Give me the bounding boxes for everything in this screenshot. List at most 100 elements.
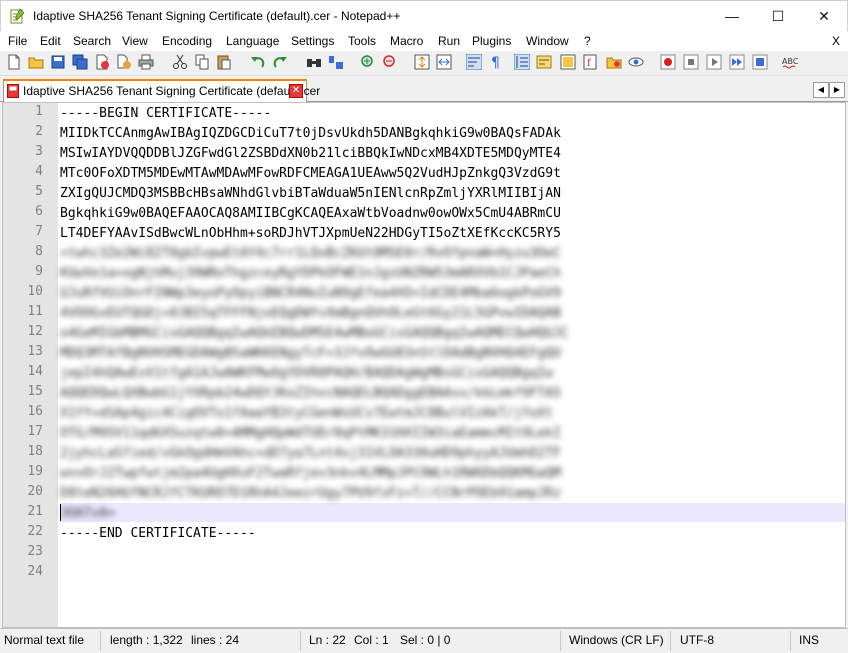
monitor-icon[interactable] — [628, 54, 644, 70]
tab-scroll-right-button[interactable]: ▶ — [829, 82, 845, 98]
svg-text:ABC: ABC — [782, 57, 798, 66]
udl-icon[interactable] — [536, 54, 552, 70]
line-number: 1 — [35, 104, 43, 119]
line-number: 7 — [35, 224, 43, 239]
save-all-icon[interactable] — [72, 54, 88, 70]
line-number: 17 — [27, 424, 43, 439]
line-number: 11 — [27, 304, 43, 319]
text-line: AQQEDQwLQXBwbG1jYXRpb24wDQYJKoZIhvcNAQEL… — [60, 386, 561, 401]
text-line: -----BEGIN CERTIFICATE----- — [60, 106, 272, 121]
line-number: 22 — [27, 524, 43, 539]
line-number: 12 — [27, 324, 43, 339]
unsaved-file-icon — [7, 84, 19, 98]
folder-workspace-icon[interactable] — [606, 54, 622, 70]
open-file-icon[interactable] — [28, 54, 44, 70]
menu-encoding[interactable]: Encoding — [162, 34, 212, 48]
text-caret — [60, 504, 61, 521]
line-number: 8 — [35, 244, 43, 259]
text-line: ZXIgQUJCMDQ3MSBBcHBsaWNhdGlvbiBTaWduaW5n… — [60, 186, 561, 201]
menu-run[interactable]: Run — [438, 34, 460, 48]
menu-window[interactable]: Window — [526, 34, 569, 48]
text-line: +twhc3Ze2Wi82T0gbIvpwEtAY4c7rr1LQvBcZKUt… — [60, 246, 561, 261]
replace-icon[interactable] — [328, 54, 344, 70]
tab-certificate-file[interactable]: Idaptive SHA256 Tenant Signing Certifica… — [3, 79, 320, 102]
indent-guide-icon[interactable] — [514, 54, 530, 70]
line-number: 18 — [27, 444, 43, 459]
line-number: 19 — [27, 464, 43, 479]
menu-view[interactable]: View — [122, 34, 148, 48]
maximize-button[interactable]: ☐ — [755, 1, 801, 31]
line-number: 10 — [27, 284, 43, 299]
tab-close-button[interactable]: ✕ — [289, 84, 303, 98]
menu-edit[interactable]: Edit — [40, 34, 61, 48]
text-line: jepI4hQAwEvV1tfgA1AJwAWKFMwOgYDVR0PAQH/B… — [60, 366, 554, 381]
menu-plugins[interactable]: Plugins — [472, 34, 511, 48]
close-icon[interactable] — [94, 54, 110, 70]
line-number: 20 — [27, 484, 43, 499]
close-document-button[interactable]: X — [832, 34, 840, 48]
menu-language[interactable]: Language — [226, 34, 279, 48]
save-macro-icon[interactable] — [752, 54, 768, 70]
status-eol: Windows (CR LF) — [569, 633, 664, 647]
tab-label: Idaptive SHA256 Tenant Signing Certifica… — [23, 84, 321, 98]
svg-text:¶: ¶ — [491, 55, 500, 70]
line-number: 15 — [27, 384, 43, 399]
status-selection: Sel : 0 | 0 — [400, 633, 451, 647]
notepadpp-icon — [10, 8, 25, 24]
print-icon[interactable] — [138, 54, 154, 70]
paste-icon[interactable] — [216, 54, 232, 70]
menu-settings[interactable]: Settings — [291, 34, 334, 48]
save-icon[interactable] — [50, 54, 66, 70]
zoom-out-icon[interactable] — [382, 54, 398, 70]
word-wrap-icon[interactable] — [466, 54, 482, 70]
status-divider — [560, 631, 561, 651]
text-line: MIIDkTCCAnmgAwIBAgIQZDGCDiCuT7t0jDsvUkdh… — [60, 126, 561, 141]
text-area[interactable]: -----BEGIN CERTIFICATE----- MIIDkTCCAnmgA… — [60, 103, 845, 627]
line-number: 6 — [35, 204, 43, 219]
tab-bar: Idaptive SHA256 Tenant Signing Certifica… — [0, 77, 848, 102]
menu-help[interactable]: ? — [584, 34, 591, 48]
close-button[interactable]: ✕ — [801, 1, 847, 31]
menu-search[interactable]: Search — [73, 34, 111, 48]
play-macro-icon[interactable] — [706, 54, 722, 70]
zoom-in-icon[interactable] — [360, 54, 376, 70]
function-list-icon[interactable]: f — [582, 54, 598, 70]
status-line: Ln : 22 — [309, 633, 346, 647]
text-line: MSIwIAYDVQQDDBlJZGFwdGl2ZSBDdXN0b21lciBB… — [60, 146, 561, 161]
text-line: wvvOrJ2Twpfwtjm2pa4UgHXuF2TwaRfjev3nkv4L… — [60, 466, 561, 481]
copy-icon[interactable] — [194, 54, 210, 70]
text-line: KUwVe1a+ogNjhMuj39WRoThgzceyRgYDPkOFWE1n… — [60, 266, 561, 281]
status-divider — [100, 631, 101, 651]
menu-macro[interactable]: Macro — [390, 34, 423, 48]
status-encoding: UTF-8 — [680, 633, 714, 647]
text-line: UJuRfVUiOnrFINWp3eyoPyOpyiBNCR4NoIuN9gEf… — [60, 286, 561, 301]
menu-tools[interactable]: Tools — [348, 34, 376, 48]
stop-record-icon[interactable] — [683, 54, 699, 70]
undo-icon[interactable] — [250, 54, 266, 70]
editor-pane[interactable]: 1 2 3 4 5 6 7 8 9 10 11 12 13 14 15 16 17 18 19 20 21 22 23 24 … — [2, 102, 846, 628]
text-line: MDQ3MTAfBgNVHSMEGDAWgBSaWKKENgyTcF+3JfvO… — [60, 346, 561, 361]
redo-icon[interactable] — [272, 54, 288, 70]
status-length: length : 1,322 — [110, 633, 183, 647]
sync-horizontal-icon[interactable] — [436, 54, 452, 70]
tab-scroll-left-button[interactable]: ◀ — [813, 82, 829, 98]
minimize-button[interactable]: — — [709, 1, 755, 31]
status-lines: lines : 24 — [191, 633, 240, 647]
close-all-icon[interactable] — [116, 54, 132, 70]
new-file-icon[interactable] — [6, 54, 22, 70]
record-macro-icon[interactable] — [660, 54, 676, 70]
status-insert-mode: INS — [799, 633, 820, 647]
find-icon[interactable] — [306, 54, 322, 70]
menu-file[interactable]: File — [8, 34, 27, 48]
show-all-chars-icon[interactable]: ¶ — [488, 54, 504, 70]
cut-icon[interactable] — [172, 54, 188, 70]
spell-check-icon[interactable]: ABC — [782, 54, 798, 70]
doc-map-icon[interactable] — [560, 54, 576, 70]
status-divider — [670, 631, 671, 651]
menu-bar: File Edit Search View Encoding Language … — [0, 31, 848, 51]
text-line: BgkqhkiG9w0BAQEFAAOCAQ8AMIIBCgKCAQEAxaWt… — [60, 206, 561, 221]
play-multiple-icon[interactable] — [729, 54, 745, 70]
line-number: 14 — [27, 364, 43, 379]
window-title: Idaptive SHA256 Tenant Signing Certifica… — [33, 9, 401, 23]
sync-vertical-icon[interactable] — [414, 54, 430, 70]
